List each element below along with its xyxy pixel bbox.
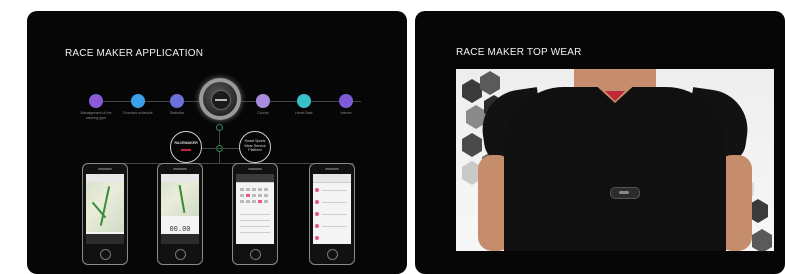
phone-timeline bbox=[309, 163, 355, 265]
phone-screen: 00.00 bbox=[161, 174, 199, 244]
top-wear-photo bbox=[456, 69, 774, 251]
heart-icon bbox=[297, 94, 311, 108]
feature-label: Management of the wearing gym bbox=[80, 111, 112, 120]
calendar-icon bbox=[131, 94, 145, 108]
device-circle-mark bbox=[181, 148, 191, 151]
wear-panel-title: RACE MAKER TOP WEAR bbox=[456, 47, 582, 58]
sync-icon bbox=[89, 94, 103, 108]
phone-screen bbox=[313, 174, 351, 244]
device-sensor bbox=[211, 90, 231, 110]
device-circle: RACEMAKER bbox=[170, 131, 202, 163]
app-panel-title: RACE MAKER APPLICATION bbox=[65, 48, 204, 59]
feature-label: Statistics bbox=[169, 111, 185, 115]
phone-run-tracker: 00.00 bbox=[157, 163, 203, 265]
stats-icon bbox=[170, 94, 184, 108]
runner-icon bbox=[339, 94, 353, 108]
feature-label: Exercise schedule bbox=[123, 111, 153, 115]
phone-map bbox=[82, 163, 128, 265]
phone-screen bbox=[236, 174, 274, 244]
app-panel: RACE MAKER APPLICATION Management of the… bbox=[27, 11, 407, 274]
feature-label: Heart Rate bbox=[295, 111, 313, 115]
run-readout: 00.00 bbox=[169, 226, 191, 234]
wear-panel: RACE MAKER TOP WEAR bbox=[415, 11, 785, 274]
platform-circle-text: Smart Sports Wear Service Platform bbox=[244, 139, 266, 152]
phone-calendar bbox=[232, 163, 278, 265]
map-view bbox=[86, 182, 124, 232]
drop-icon bbox=[256, 94, 270, 108]
device-circle-text: RACEMAKER bbox=[174, 141, 198, 145]
compression-shirt bbox=[504, 87, 726, 251]
connector-node bbox=[216, 124, 223, 131]
feature-label: Calorie bbox=[257, 111, 269, 115]
map-view bbox=[161, 182, 199, 216]
feature-label: Interim bbox=[340, 111, 352, 115]
race-maker-device-hub bbox=[199, 78, 241, 120]
phone-screen bbox=[86, 174, 124, 244]
chest-sensor bbox=[610, 187, 640, 199]
platform-circle: Smart Sports Wear Service Platform bbox=[239, 131, 271, 163]
